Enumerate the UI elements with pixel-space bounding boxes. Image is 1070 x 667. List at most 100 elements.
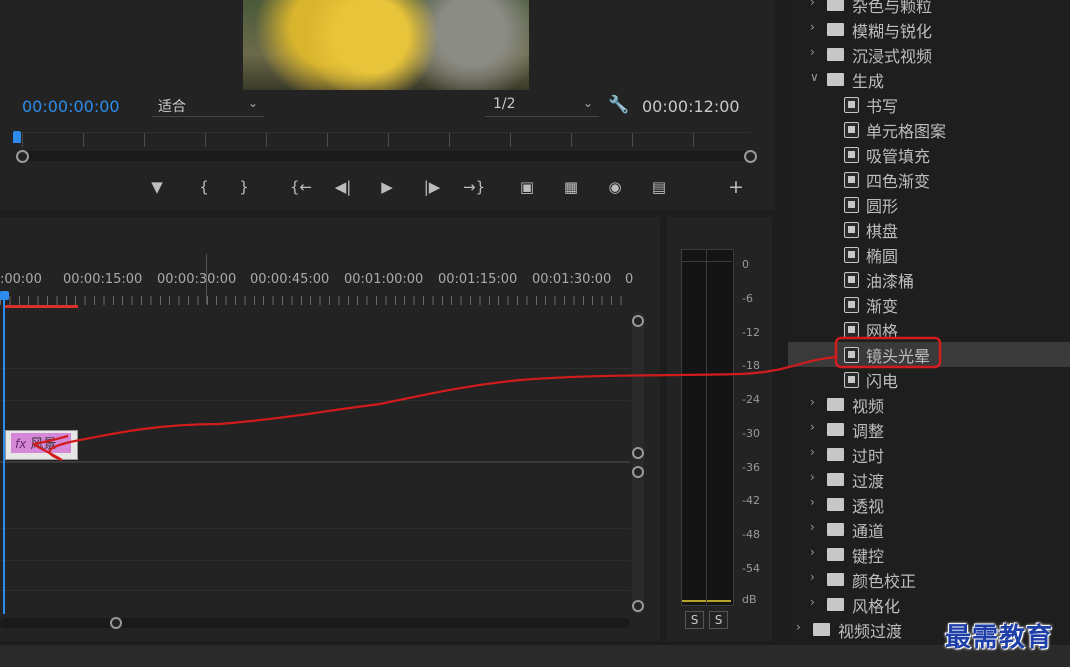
go-to-in-icon[interactable]: {← [290,176,312,198]
chevron-right-icon[interactable]: › [810,495,815,509]
add-button-icon[interactable]: + [725,176,747,198]
effects-item[interactable]: 圆形 [788,192,1070,217]
db-label: dB [742,593,757,606]
effects-item[interactable]: 椭圆 [788,242,1070,267]
chevron-right-icon[interactable]: › [810,20,815,34]
db-label: -48 [742,528,760,541]
chevron-right-icon[interactable]: › [796,620,801,634]
chevron-right-icon[interactable]: › [810,470,815,484]
scroll-handle-right[interactable] [744,150,757,163]
chevron-right-icon[interactable]: › [810,0,815,9]
solo-right-button[interactable]: S [709,611,728,629]
effects-folder[interactable]: ∨ 生成 [788,67,1070,92]
effect-icon [844,222,859,238]
clip[interactable]: fx 风景 [5,430,78,460]
folder-label: 沉浸式视频 [852,47,933,66]
effects-folder[interactable]: › 沉浸式视频 [788,42,1070,67]
chevron-right-icon[interactable]: › [810,420,815,434]
db-label: -6 [742,292,753,305]
step-forward-icon[interactable]: |▶ [421,176,443,198]
vertical-scrollbar[interactable] [632,312,644,614]
ruler-label: 00:01:00:00 [344,272,424,287]
effects-item[interactable]: 镜头光晕 [788,342,1070,367]
chevron-right-icon[interactable]: › [810,570,815,584]
effects-folder[interactable]: › 过时 [788,442,1070,467]
step-back-icon[interactable]: ◀| [332,176,354,198]
vscroll-handle[interactable] [632,315,644,327]
effects-item[interactable]: 闪电 [788,367,1070,392]
chevron-down-icon[interactable]: ∨ [810,70,819,84]
folder-icon [827,498,844,511]
effects-folder[interactable]: › 风格化 [788,592,1070,617]
horizontal-scrollbar[interactable] [0,618,630,628]
ruler-label: :00:00 [0,272,42,287]
effects-item[interactable]: 单元格图案 [788,117,1070,142]
folder-icon [827,48,844,61]
vscroll-handle[interactable] [632,447,644,459]
effects-item[interactable]: 棋盘 [788,217,1070,242]
solo-left-button[interactable]: S [685,611,704,629]
current-timecode[interactable]: 00:00:00:00 [22,97,120,116]
extract-icon[interactable]: ▦ [560,176,582,198]
effects-folder[interactable]: › 杂色与颗粒 [788,0,1070,17]
folder-icon [827,23,844,36]
effect-label: 闪电 [866,372,899,391]
effect-label: 棋盘 [866,222,899,241]
insert-icon[interactable]: ▤ [648,176,670,198]
effects-item[interactable]: 网格 [788,317,1070,342]
effects-item[interactable]: 吸管填充 [788,142,1070,167]
monitor-time-ruler[interactable] [22,132,750,147]
mark-out-icon[interactable]: } [233,176,255,198]
effects-folder[interactable]: › 透视 [788,492,1070,517]
vscroll-handle[interactable] [632,466,644,478]
chevron-right-icon[interactable]: › [810,395,815,409]
effect-icon [844,372,859,388]
effects-folder[interactable]: › 视频 [788,392,1070,417]
ruler-label: 00:00:45:00 [250,272,330,287]
track-divider [0,528,630,529]
monitor-playhead[interactable] [13,131,21,143]
wrench-icon[interactable]: 🔧 [608,95,629,115]
vscroll-handle[interactable] [632,600,644,612]
effects-folder[interactable]: › 键控 [788,542,1070,567]
mark-in-icon[interactable]: { [193,176,215,198]
go-to-out-icon[interactable]: →} [463,176,485,198]
effects-item[interactable]: 书写 [788,92,1070,117]
effects-item[interactable]: 油漆桶 [788,267,1070,292]
audio-meter [681,249,734,606]
chevron-right-icon[interactable]: › [810,595,815,609]
effects-folder[interactable]: › 模糊与锐化 [788,17,1070,42]
monitor-zoom-scrollbar[interactable] [16,151,754,161]
zoom-dropdown[interactable]: 适合 ⌄ [152,96,264,117]
duration-timecode: 00:00:12:00 [642,97,740,116]
effects-item[interactable]: 四色渐变 [788,167,1070,192]
scroll-handle-left[interactable] [16,150,29,163]
hscroll-handle[interactable] [110,617,122,629]
resolution-dropdown[interactable]: 1/2 ⌄ [485,96,599,117]
db-label: -12 [742,326,760,339]
chevron-right-icon[interactable]: › [810,45,815,59]
effects-item[interactable]: 渐变 [788,292,1070,317]
marker-icon[interactable]: ▼ [146,176,168,198]
work-area-bar[interactable] [4,305,78,308]
effects-folder[interactable]: › 颜色校正 [788,567,1070,592]
playhead-line[interactable] [3,298,5,614]
lift-icon[interactable]: ▣ [516,176,538,198]
chevron-right-icon[interactable]: › [810,445,815,459]
timeline-ruler[interactable] [0,296,630,305]
effect-label: 书写 [866,97,899,116]
play-icon[interactable]: ▶ [376,176,398,198]
track-divider [0,560,630,561]
effect-icon [844,147,859,163]
chevron-right-icon[interactable]: › [810,545,815,559]
folder-icon [813,623,830,636]
effects-folder[interactable]: › 过渡 [788,467,1070,492]
folder-label: 视频过渡 [838,622,903,641]
folder-label: 杂色与颗粒 [852,0,933,16]
effects-folder[interactable]: › 调整 [788,417,1070,442]
effects-folder[interactable]: › 通道 [788,517,1070,542]
chevron-right-icon[interactable]: › [810,520,815,534]
folder-icon [827,398,844,411]
export-frame-icon[interactable]: ◉ [604,176,626,198]
clip-label: fx 风景 [11,433,71,453]
